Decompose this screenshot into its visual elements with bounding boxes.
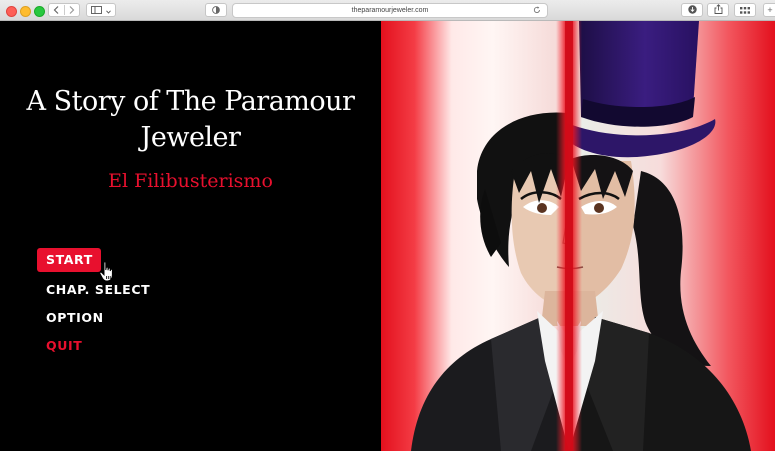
reload-icon[interactable] bbox=[533, 6, 541, 16]
plus-icon: + bbox=[767, 4, 773, 15]
game-subtitle: El Filibusterismo bbox=[108, 170, 273, 192]
address-bar[interactable]: theparamourjeweler.com bbox=[232, 3, 548, 18]
zoom-window-button[interactable] bbox=[34, 6, 45, 17]
chevron-down-icon bbox=[106, 1, 111, 19]
minimize-window-button[interactable] bbox=[20, 6, 31, 17]
game-title-line-2: Jeweler bbox=[140, 122, 241, 153]
title-screen-panel: A Story of The Paramour Jeweler El Filib… bbox=[0, 21, 381, 451]
downloads-button[interactable] bbox=[681, 3, 703, 17]
tab-overview-button[interactable] bbox=[734, 3, 756, 17]
download-icon bbox=[687, 1, 697, 19]
share-icon bbox=[714, 1, 723, 19]
game-title: A Story of The Paramour Jeweler bbox=[0, 84, 381, 156]
new-tab-button[interactable]: + bbox=[763, 3, 775, 17]
close-window-button[interactable] bbox=[6, 6, 17, 17]
grid-icon bbox=[740, 1, 750, 19]
url-text: theparamourjeweler.com bbox=[351, 7, 429, 14]
share-button[interactable] bbox=[707, 3, 729, 17]
browser-toolbar: theparamourjeweler.com + bbox=[0, 0, 775, 21]
back-icon[interactable] bbox=[49, 1, 64, 19]
game-title-line-1: A Story of The Paramour bbox=[26, 86, 355, 117]
character-illustration bbox=[381, 21, 775, 451]
shield-icon bbox=[212, 1, 220, 19]
history-nav-group bbox=[48, 3, 80, 17]
option-button[interactable]: OPTION bbox=[46, 310, 104, 325]
quit-button[interactable]: QUIT bbox=[46, 338, 82, 353]
sidebar-button[interactable] bbox=[86, 3, 116, 17]
privacy-button[interactable] bbox=[205, 3, 227, 17]
start-button[interactable]: START bbox=[37, 248, 101, 272]
hand-cursor-icon bbox=[99, 261, 113, 282]
character-artwork bbox=[381, 21, 775, 451]
sidebar-icon bbox=[91, 1, 102, 19]
chapter-select-button[interactable]: CHAP. SELECT bbox=[46, 282, 150, 297]
forward-icon[interactable] bbox=[64, 1, 79, 19]
